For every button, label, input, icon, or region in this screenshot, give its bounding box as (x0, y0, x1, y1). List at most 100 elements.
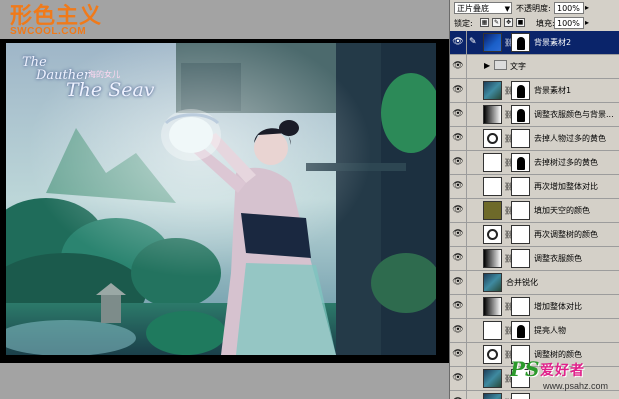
layer-thumbnail[interactable] (483, 81, 502, 100)
mask-shape (517, 37, 525, 50)
layer-thumbnail[interactable] (483, 105, 502, 124)
layer-row[interactable]: 👁 ⛓ 提亮人物 (450, 319, 619, 343)
layer-thumbnail[interactable] (483, 153, 502, 172)
photo-title-line3: The Seav (66, 79, 155, 101)
layer-thumbnail[interactable] (483, 201, 502, 220)
layer-name: 合并锐化 (506, 278, 538, 287)
eye-icon[interactable]: 👁 (452, 301, 464, 312)
layer-mask-thumbnail[interactable] (511, 129, 530, 148)
watermark-logo: 形色主义 SWCOOL.COM (10, 4, 102, 37)
layer-row[interactable]: 👁 ⛓ 增加整体对比 (450, 295, 619, 319)
layer-mask-thumbnail[interactable] (511, 105, 530, 124)
expand-triangle-icon[interactable]: ▶ (484, 61, 490, 70)
column-divider (466, 127, 467, 150)
layer-name: 再次增加整体对比 (534, 182, 598, 191)
watermark-psahz: PS 爱好者 www.psahz.com (510, 357, 619, 399)
watermark-logo-text: 形色主义 (10, 3, 103, 29)
photo-canvas[interactable]: The Dauther The Seav 海的女儿 (6, 43, 436, 355)
layer-name: 背景素材1 (534, 86, 572, 95)
mask-shape (517, 109, 525, 122)
lock-paint-icon[interactable]: ✎ (492, 18, 501, 27)
layer-name: 文字 (510, 62, 526, 71)
opacity-slider-toggle-icon[interactable]: ▸ (585, 3, 589, 12)
layer-row[interactable]: 👁 ⛓ 调整衣服颜色 (450, 247, 619, 271)
eye-icon[interactable]: 👁 (452, 253, 464, 264)
canvas-area: 形色主义 SWCOOL.COM The Dauther The Seav 海的女… (0, 0, 449, 399)
eye-icon[interactable]: 👁 (452, 373, 464, 384)
chevron-down-icon: ▼ (504, 5, 510, 13)
layer-group-row[interactable]: 👁 ▶ 文字 (450, 55, 619, 79)
fill-input[interactable]: 100% (554, 17, 584, 29)
layer-mask-thumbnail[interactable] (511, 297, 530, 316)
layer-thumbnail[interactable] (483, 177, 502, 196)
layer-row[interactable]: 👁 ⛓ 去掉树过多的黄色 (450, 151, 619, 175)
eye-icon[interactable]: 👁 (452, 85, 464, 96)
layer-name: 去掉树过多的黄色 (534, 158, 598, 167)
lock-all-icon[interactable]: ■ (516, 18, 525, 27)
layer-mask-thumbnail[interactable] (511, 33, 530, 52)
eye-icon[interactable]: 👁 (452, 133, 464, 144)
layer-thumbnail[interactable] (483, 321, 502, 340)
blend-mode-value: 正片叠底 (457, 4, 489, 13)
mask-shape (517, 325, 525, 338)
layer-row[interactable]: 👁 ⛓ 调整衣服颜色与背景... (450, 103, 619, 127)
eye-icon[interactable]: 👁 (452, 37, 464, 48)
eye-icon[interactable]: 👁 (452, 157, 464, 168)
layer-mask-thumbnail[interactable] (511, 225, 530, 244)
layer-name: 再次调整树的颜色 (534, 230, 598, 239)
layer-mask-thumbnail[interactable] (511, 249, 530, 268)
layer-thumbnail[interactable] (483, 297, 502, 316)
layer-thumbnail[interactable] (483, 33, 502, 52)
layer-row[interactable]: 👁 合并锐化 (450, 271, 619, 295)
layer-thumbnail[interactable] (483, 393, 502, 399)
layer-mask-thumbnail[interactable] (511, 321, 530, 340)
layer-mask-thumbnail[interactable] (511, 153, 530, 172)
column-divider (466, 295, 467, 318)
column-divider (466, 199, 467, 222)
mask-shape (517, 157, 525, 170)
opacity-input[interactable]: 100% (554, 2, 584, 14)
layer-row[interactable]: 👁 ⛓ 再次增加整体对比 (450, 175, 619, 199)
column-divider (466, 367, 467, 390)
layer-mask-thumbnail[interactable] (511, 177, 530, 196)
opacity-label: 不透明度: (516, 4, 551, 13)
eye-icon[interactable]: 👁 (452, 61, 464, 72)
lock-transparency-icon[interactable]: ▦ (480, 18, 489, 27)
layer-thumbnail[interactable] (483, 345, 502, 364)
layer-row[interactable]: 👁 ⛓ 背景素材1 (450, 79, 619, 103)
layer-mask-thumbnail[interactable] (511, 81, 530, 100)
eye-icon[interactable]: 👁 (452, 181, 464, 192)
lock-label: 锁定: (454, 19, 473, 28)
eye-icon[interactable]: 👁 (452, 277, 464, 288)
layer-name: 去掉人物过多的黄色 (534, 134, 606, 143)
document-window[interactable]: The Dauther The Seav 海的女儿 (0, 39, 449, 363)
layer-row[interactable]: 👁 ⛓ 填加天空的颜色 (450, 199, 619, 223)
column-divider (466, 271, 467, 294)
layer-row[interactable]: 👁 ⛓ 去掉人物过多的黄色 (450, 127, 619, 151)
fill-slider-toggle-icon[interactable]: ▸ (585, 18, 589, 27)
watermark-site: www.psahz.com (543, 381, 609, 391)
eye-icon[interactable]: 👁 (452, 325, 464, 336)
photo-subtitle: 海的女儿 (88, 70, 120, 79)
watermark-cn: 爱好者 (540, 363, 585, 379)
layer-mask-thumbnail[interactable] (511, 201, 530, 220)
column-divider (466, 103, 467, 126)
layer-thumbnail[interactable] (483, 129, 502, 148)
column-divider (466, 151, 467, 174)
mask-shape (517, 85, 525, 98)
eye-icon[interactable]: 👁 (452, 205, 464, 216)
layer-row[interactable]: 👁 ⛓ 再次调整树的颜色 (450, 223, 619, 247)
layer-thumbnail[interactable] (483, 273, 502, 292)
eye-icon[interactable]: 👁 (452, 349, 464, 360)
layer-thumbnail[interactable] (483, 249, 502, 268)
eye-icon[interactable]: 👁 (452, 109, 464, 120)
layer-row[interactable]: 👁 ✎ ⛓ 背景素材2 (450, 31, 619, 55)
eye-icon[interactable]: 👁 (452, 229, 464, 240)
layer-name: 增加整体对比 (534, 302, 582, 311)
paintbrush-icon: ✎ (469, 37, 477, 47)
column-divider (466, 343, 467, 366)
blend-mode-select[interactable]: 正片叠底 ▼ (454, 2, 512, 14)
layer-thumbnail[interactable] (483, 225, 502, 244)
layer-thumbnail[interactable] (483, 369, 502, 388)
lock-move-icon[interactable]: ✥ (504, 18, 513, 27)
